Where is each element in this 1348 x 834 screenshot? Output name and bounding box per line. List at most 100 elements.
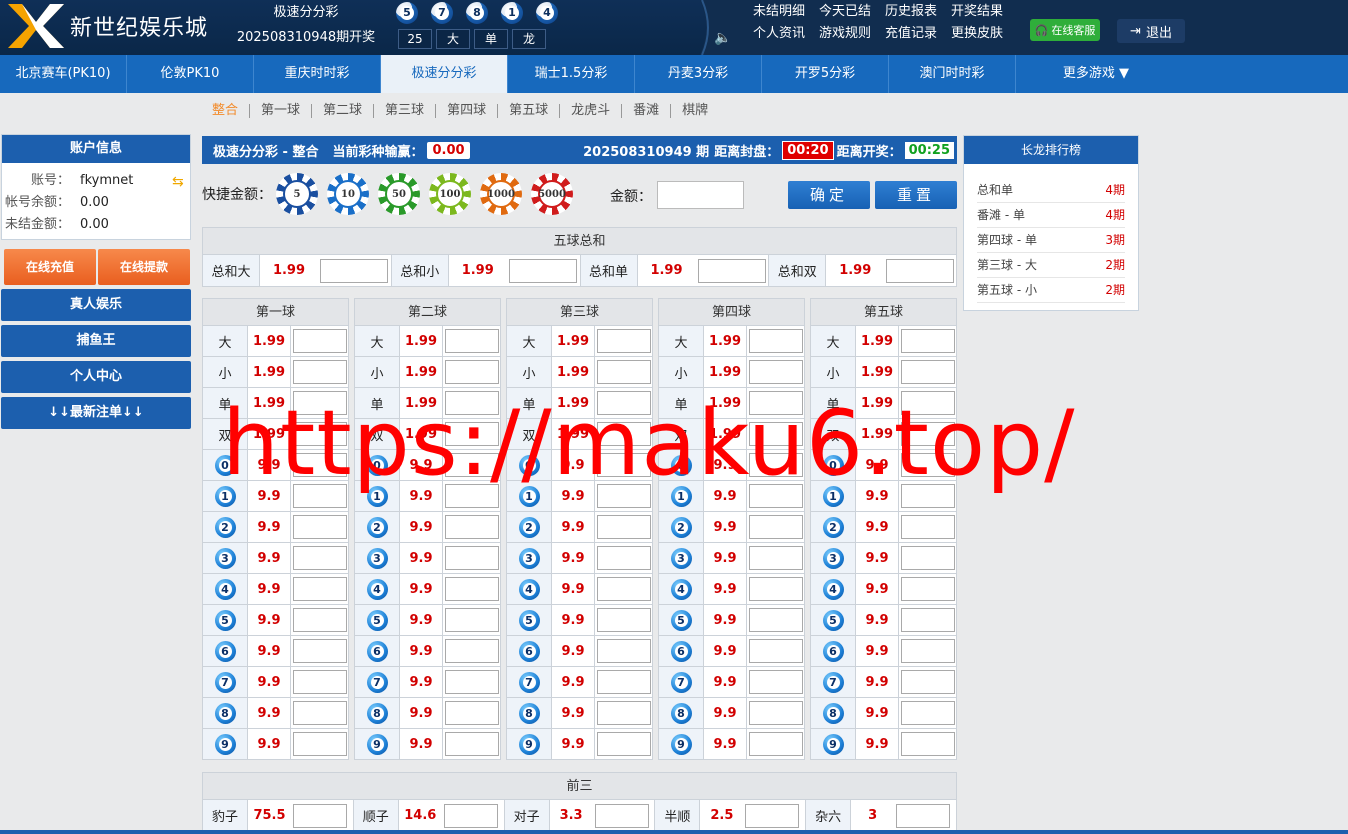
play-type-tab[interactable]: 第五球 — [498, 104, 561, 118]
bet-amount-input[interactable] — [292, 577, 347, 601]
bet-amount-input[interactable] — [900, 484, 955, 508]
site-logo[interactable]: 新世纪娱乐城 — [8, 4, 208, 48]
bet-amount-input[interactable] — [444, 515, 499, 539]
play-type-tab[interactable]: 第三球 — [374, 104, 437, 118]
bet-amount-input[interactable] — [444, 639, 499, 663]
bet-amount-input[interactable] — [900, 422, 955, 446]
bet-amount-input[interactable] — [444, 732, 499, 756]
bet-amount-input[interactable] — [900, 391, 955, 415]
latest-bets-button[interactable]: ↓↓最新注单↓↓ — [1, 397, 191, 429]
bet-amount-input[interactable] — [748, 577, 803, 601]
bet-amount-input[interactable] — [748, 639, 803, 663]
bet-amount-input[interactable] — [292, 484, 347, 508]
bet-amount-input[interactable] — [596, 577, 651, 601]
bet-amount-input[interactable] — [596, 484, 651, 508]
header-link[interactable]: 更换皮肤 — [951, 25, 1003, 43]
bet-amount-input[interactable] — [748, 608, 803, 632]
bet-amount-input[interactable] — [900, 701, 955, 725]
chip-100-icon[interactable]: 100 — [429, 173, 471, 215]
header-link[interactable]: 开奖结果 — [951, 3, 1003, 21]
bet-amount-input[interactable] — [444, 422, 499, 446]
bet-amount-input[interactable] — [596, 515, 651, 539]
bet-amount-input[interactable] — [748, 391, 803, 415]
bet-amount-input[interactable] — [748, 453, 803, 477]
nav-tab[interactable]: 开罗5分彩 — [762, 55, 889, 93]
bet-amount-input[interactable] — [596, 732, 651, 756]
sum-bet-input[interactable] — [697, 258, 766, 283]
bet-amount-input[interactable] — [596, 639, 651, 663]
header-link[interactable]: 今天已结 — [819, 3, 871, 21]
speaker-icon[interactable]: 🔈 — [714, 30, 731, 46]
header-link[interactable]: 历史报表 — [885, 3, 937, 21]
bet-amount-input[interactable] — [444, 360, 499, 384]
nav-tab[interactable]: 重庆时时彩 — [254, 55, 381, 93]
bet-amount-input[interactable] — [900, 732, 955, 756]
bet-amount-input[interactable] — [444, 701, 499, 725]
header-link[interactable]: 个人资讯 — [753, 25, 805, 43]
refresh-icon[interactable]: ⇆ — [172, 175, 186, 189]
bet-amount-input[interactable] — [596, 670, 651, 694]
bet-amount-input[interactable] — [596, 422, 651, 446]
reset-button[interactable]: 重置 — [875, 181, 957, 209]
bet-amount-input[interactable] — [900, 670, 955, 694]
nav-tab[interactable]: 伦敦PK10 — [127, 55, 254, 93]
fishing-button[interactable]: 捕鱼王 — [1, 325, 191, 357]
play-type-tab[interactable]: 棋牌 — [671, 104, 719, 118]
nav-tab[interactable]: 北京赛车(PK10) — [0, 55, 127, 93]
bet-amount-input[interactable] — [748, 329, 803, 353]
nav-tab[interactable]: 丹麦3分彩 — [635, 55, 762, 93]
play-type-tab[interactable]: 龙虎斗 — [560, 104, 623, 118]
bet-amount-input[interactable] — [748, 484, 803, 508]
bet-amount-input[interactable] — [292, 360, 347, 384]
front-three-input[interactable] — [896, 803, 951, 828]
bet-amount-input[interactable] — [748, 422, 803, 446]
bet-amount-input[interactable] — [596, 329, 651, 353]
bet-amount-input[interactable] — [292, 701, 347, 725]
play-type-tab[interactable]: 第二球 — [312, 104, 375, 118]
bet-amount-input[interactable] — [292, 453, 347, 477]
bet-amount-input[interactable] — [292, 515, 347, 539]
nav-tab[interactable]: 澳门时时彩 — [889, 55, 1016, 93]
header-link[interactable]: 游戏规则 — [819, 25, 871, 43]
bet-amount-input[interactable] — [292, 546, 347, 570]
bet-amount-input[interactable] — [900, 639, 955, 663]
front-three-input[interactable] — [594, 803, 649, 828]
nav-tab[interactable]: 瑞士1.5分彩 — [508, 55, 635, 93]
bet-amount-input[interactable] — [292, 608, 347, 632]
bet-amount-input[interactable] — [900, 608, 955, 632]
personal-center-button[interactable]: 个人中心 — [1, 361, 191, 393]
sum-bet-input[interactable] — [508, 258, 577, 283]
bet-amount-input[interactable] — [444, 391, 499, 415]
bet-amount-input[interactable] — [748, 732, 803, 756]
sum-bet-input[interactable] — [886, 258, 955, 283]
confirm-button[interactable]: 确定 — [788, 181, 870, 209]
sum-bet-input[interactable] — [320, 258, 388, 283]
nav-tab[interactable]: 极速分分彩 — [381, 55, 508, 93]
logout-button[interactable]: ⇥ 退出 — [1117, 19, 1185, 43]
play-type-tab[interactable]: 第四球 — [436, 104, 499, 118]
chip-10-icon[interactable]: 10 — [327, 173, 369, 215]
bet-amount-input[interactable] — [748, 701, 803, 725]
bet-amount-input[interactable] — [748, 670, 803, 694]
bet-amount-input[interactable] — [900, 329, 955, 353]
bet-amount-input[interactable] — [748, 360, 803, 384]
header-link[interactable]: 未结明细 — [753, 3, 805, 21]
front-three-input[interactable] — [745, 803, 800, 828]
bet-amount-input[interactable] — [292, 329, 347, 353]
bet-amount-input[interactable] — [900, 577, 955, 601]
chip-50-icon[interactable]: 50 — [378, 173, 420, 215]
bet-amount-input[interactable] — [900, 515, 955, 539]
nav-more-games[interactable]: 更多游戏 ▼ — [1016, 55, 1176, 93]
bet-amount-input[interactable] — [596, 608, 651, 632]
bet-amount-input[interactable] — [596, 701, 651, 725]
amount-input[interactable] — [657, 181, 744, 209]
bet-amount-input[interactable] — [596, 360, 651, 384]
bet-amount-input[interactable] — [292, 732, 347, 756]
chip-1000-icon[interactable]: 1000 — [480, 173, 522, 215]
front-three-input[interactable] — [293, 803, 347, 828]
bet-amount-input[interactable] — [596, 391, 651, 415]
bet-amount-input[interactable] — [292, 639, 347, 663]
play-type-tab[interactable]: 第一球 — [250, 104, 313, 118]
online-service-button[interactable]: 🎧 在线客服 — [1030, 19, 1100, 41]
play-type-tab[interactable]: 番滩 — [622, 104, 672, 118]
